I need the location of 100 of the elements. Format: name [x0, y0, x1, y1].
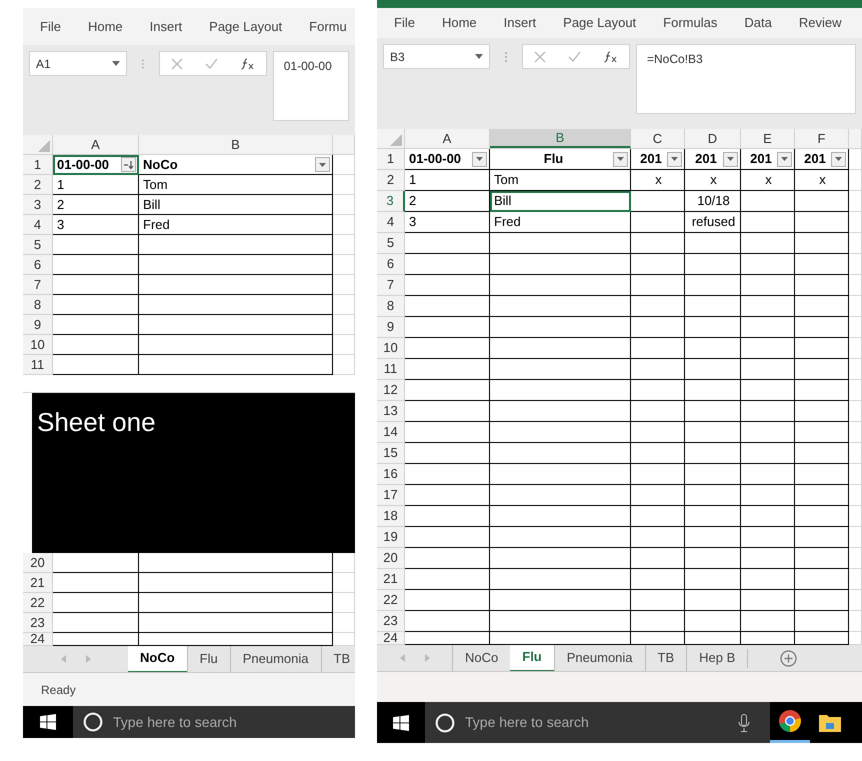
table-cell[interactable]	[685, 359, 741, 380]
table-cell[interactable]	[490, 401, 631, 422]
filter-button[interactable]	[472, 152, 487, 166]
table-cell[interactable]	[139, 315, 333, 335]
table-cell[interactable]: 10/18	[685, 191, 741, 212]
table-cell[interactable]: 2	[53, 195, 139, 215]
table-cell[interactable]	[490, 464, 631, 485]
table-cell[interactable]	[685, 569, 741, 590]
table-cell[interactable]	[405, 422, 490, 443]
table-cell[interactable]: 2	[405, 191, 490, 212]
table-cell[interactable]	[405, 506, 490, 527]
ribbon-tab[interactable]: File	[40, 16, 61, 36]
table-cell[interactable]: refused	[685, 212, 741, 233]
filter-button[interactable]	[667, 152, 682, 166]
table-cell[interactable]	[741, 233, 795, 254]
table-cell[interactable]	[631, 191, 685, 212]
table-cell[interactable]	[631, 212, 685, 233]
table-cell[interactable]	[795, 317, 849, 338]
filter-button[interactable]	[121, 157, 136, 172]
table-cell[interactable]	[795, 338, 849, 359]
table-cell[interactable]: Tom	[139, 175, 333, 195]
table-cell[interactable]	[795, 569, 849, 590]
table-cell[interactable]	[53, 593, 139, 613]
ribbon-tab[interactable]: Insert	[504, 13, 536, 33]
table-cell[interactable]	[53, 295, 139, 315]
table-cell[interactable]	[741, 401, 795, 422]
table-cell[interactable]	[795, 191, 849, 212]
table-cell[interactable]: Tom	[490, 170, 631, 191]
table-cell[interactable]	[631, 296, 685, 317]
table-cell[interactable]	[795, 233, 849, 254]
table-cell[interactable]	[685, 611, 741, 632]
table-cell[interactable]	[685, 590, 741, 611]
row-header[interactable]: 9	[377, 317, 405, 338]
table-cell[interactable]	[53, 613, 139, 633]
row-header[interactable]: 5	[377, 233, 405, 254]
table-cell[interactable]: 3	[53, 215, 139, 235]
table-cell[interactable]	[490, 506, 631, 527]
table-cell[interactable]	[795, 422, 849, 443]
table-cell[interactable]	[685, 548, 741, 569]
table-cell[interactable]	[741, 464, 795, 485]
table-cell[interactable]	[405, 527, 490, 548]
table-cell[interactable]	[741, 611, 795, 632]
name-box[interactable]: A1	[29, 51, 128, 76]
table-cell[interactable]	[685, 443, 741, 464]
table-cell[interactable]: 201	[685, 149, 741, 170]
table-cell[interactable]	[631, 401, 685, 422]
row-header[interactable]: 12	[377, 380, 405, 401]
table-cell[interactable]	[405, 548, 490, 569]
table-cell[interactable]	[685, 380, 741, 401]
ribbon-tab[interactable]: Data	[744, 13, 772, 33]
table-cell[interactable]	[795, 254, 849, 275]
table-cell[interactable]	[53, 275, 139, 295]
row-header[interactable]: 6	[23, 255, 53, 275]
table-cell[interactable]	[53, 235, 139, 255]
table-cell[interactable]	[741, 191, 795, 212]
microphone-icon[interactable]	[738, 714, 750, 732]
table-cell[interactable]	[795, 296, 849, 317]
table-cell[interactable]	[631, 359, 685, 380]
table-cell[interactable]	[685, 506, 741, 527]
table-cell[interactable]	[405, 443, 490, 464]
column-header[interactable]: B	[490, 129, 631, 148]
table-cell[interactable]	[795, 548, 849, 569]
table-cell[interactable]	[631, 464, 685, 485]
row-header[interactable]: 2	[23, 175, 53, 195]
table-cell[interactable]: Fred	[490, 212, 631, 233]
table-cell[interactable]: NoCo	[139, 155, 333, 175]
row-header[interactable]: 8	[23, 295, 53, 315]
row-header[interactable]: 24	[377, 632, 405, 645]
table-cell[interactable]	[405, 380, 490, 401]
column-header[interactable]: B	[139, 135, 333, 154]
column-header[interactable]: C	[631, 129, 685, 148]
table-cell[interactable]	[795, 464, 849, 485]
table-cell[interactable]	[685, 317, 741, 338]
table-cell[interactable]	[795, 401, 849, 422]
table-cell[interactable]	[139, 255, 333, 275]
table-cell[interactable]	[795, 275, 849, 296]
ribbon-tab[interactable]: File	[394, 13, 415, 33]
table-cell[interactable]	[741, 254, 795, 275]
table-cell[interactable]	[741, 485, 795, 506]
table-cell[interactable]	[405, 401, 490, 422]
column-header[interactable]: E	[741, 129, 795, 148]
row-header[interactable]: 18	[377, 506, 405, 527]
table-cell[interactable]	[139, 335, 333, 355]
row-header[interactable]: 20	[23, 553, 53, 573]
ribbon-tab[interactable]: Formu	[309, 16, 347, 36]
table-cell[interactable]	[405, 485, 490, 506]
table-cell[interactable]	[741, 212, 795, 233]
table-cell[interactable]	[795, 485, 849, 506]
table-cell[interactable]	[139, 613, 333, 633]
table-cell[interactable]	[631, 527, 685, 548]
row-header[interactable]: 19	[377, 527, 405, 548]
table-cell[interactable]	[685, 527, 741, 548]
table-cell[interactable]	[405, 317, 490, 338]
table-cell[interactable]	[490, 611, 631, 632]
table-cell[interactable]	[53, 553, 139, 573]
table-cell[interactable]	[741, 317, 795, 338]
table-cell[interactable]	[741, 275, 795, 296]
table-cell[interactable]	[795, 527, 849, 548]
row-header[interactable]: 1	[377, 149, 405, 170]
table-cell[interactable]	[631, 317, 685, 338]
